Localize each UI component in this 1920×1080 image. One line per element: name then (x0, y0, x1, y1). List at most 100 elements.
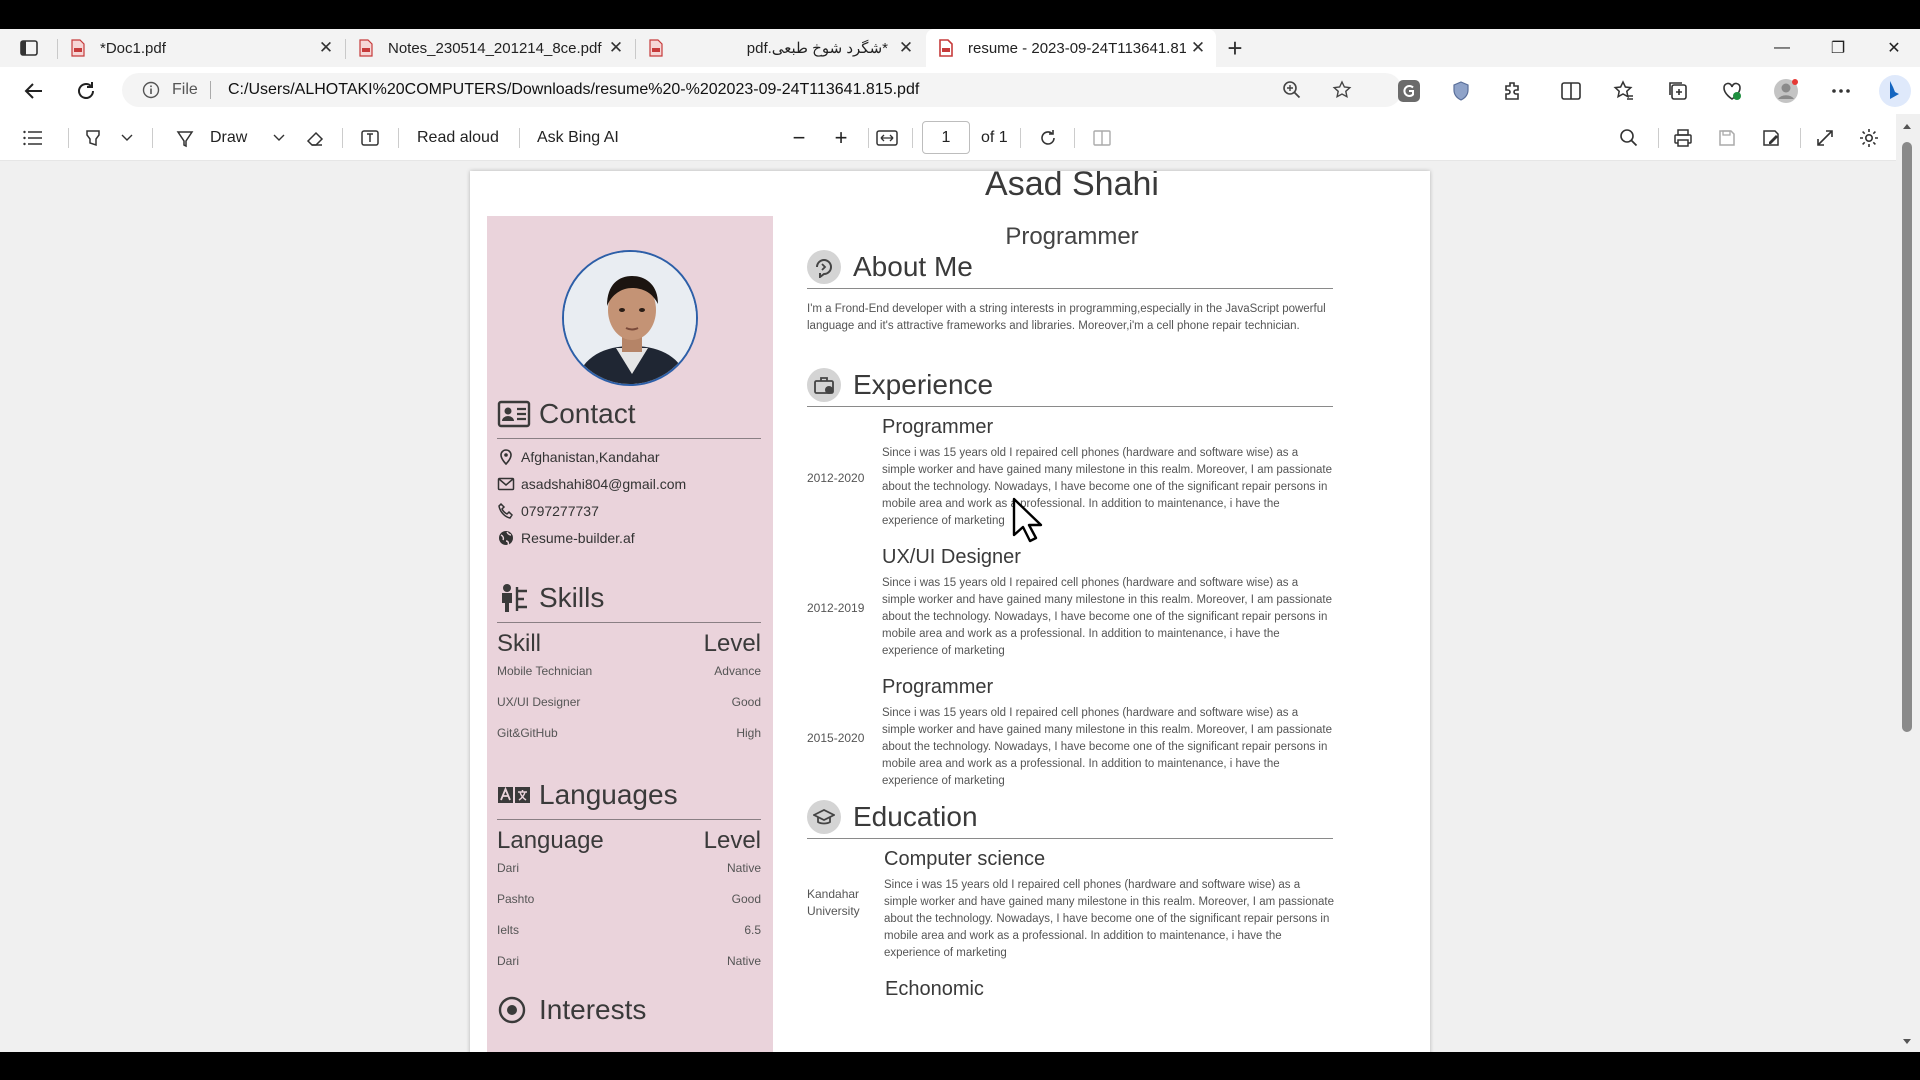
tab-close-icon[interactable]: ✕ (1186, 36, 1210, 60)
url-scheme-label: File (172, 81, 198, 98)
search-icon[interactable] (1616, 125, 1642, 151)
eraser-icon[interactable] (302, 125, 328, 151)
toolbar-separator (1020, 128, 1021, 148)
tab-close-icon[interactable]: ✕ (604, 36, 628, 60)
interests-heading-text: Interests (539, 994, 647, 1025)
skills-heading: Skills (497, 582, 604, 614)
page-number-input[interactable]: 1 (922, 121, 970, 154)
refresh-icon (78, 82, 94, 99)
language-column-label: Language (497, 827, 604, 854)
collections-icon[interactable] (1665, 78, 1691, 104)
pdf-viewer[interactable]: Contact Afghanistan,Kandahar asadshahi80… (0, 161, 1906, 1052)
new-tab-button[interactable]: + (1222, 33, 1248, 63)
about-divider (807, 288, 1333, 289)
contact-location: Afghanistan,Kandahar (497, 448, 660, 466)
language-name: Dari (497, 954, 520, 968)
skill-name: Git&GitHub (497, 726, 558, 740)
minimize-button[interactable]: — (1754, 29, 1810, 67)
page-view-icon[interactable] (1089, 125, 1115, 151)
tab-close-icon[interactable]: ✕ (894, 36, 918, 60)
vertical-scrollbar[interactable] (1896, 114, 1920, 1052)
briefcase-icon (807, 368, 841, 402)
skills-person-icon (502, 584, 527, 612)
language-name: Ielts (497, 923, 520, 937)
refresh-button[interactable] (72, 77, 100, 105)
skill-name: Mobile Technician (497, 664, 593, 678)
more-options-icon[interactable] (1828, 78, 1854, 104)
url-field[interactable]: File C:/Users/ALHOTAKI%20COMPUTERS/Downl… (122, 73, 1402, 107)
bottom-black-bar (0, 1052, 1920, 1080)
graduation-cap-icon (807, 800, 841, 834)
skill-name: UX/UI Designer (497, 695, 581, 709)
fit-width-icon[interactable] (874, 125, 900, 151)
pdf-file-icon (71, 39, 85, 57)
experience-heading-text: Experience (853, 369, 994, 400)
toolbar-separator (342, 128, 343, 148)
restore-button[interactable]: ❐ (1810, 29, 1866, 67)
contact-heading: Contact (497, 398, 636, 430)
education-title: Echonomic (885, 978, 984, 1000)
tab-notes[interactable]: Notes_230514_201214_8ce.pdf ✕ (346, 29, 634, 67)
draw-button[interactable]: Draw (210, 125, 247, 151)
scrollbar-thumb[interactable] (1902, 142, 1912, 732)
profile-avatar-icon[interactable] (1773, 78, 1799, 104)
zoom-out-button[interactable]: − (788, 125, 810, 151)
experience-description: Since i was 15 years old I repaired cell… (882, 577, 1332, 657)
resume-role: Programmer (1005, 223, 1139, 250)
tab-resume[interactable]: resume - 2023-09-24T113641.815.pdf ✕ (926, 29, 1216, 67)
fullscreen-icon[interactable] (1812, 125, 1838, 151)
language-level: Native (726, 954, 761, 968)
zoom-in-button[interactable]: + (830, 125, 852, 151)
bing-copilot-icon[interactable] (1877, 73, 1913, 109)
close-window-button[interactable]: ✕ (1866, 29, 1920, 67)
tab-persian-pdf[interactable]: pdf.شگرد شوخ طبعی* ✕ (636, 29, 924, 67)
url-text[interactable]: C:/Users/ALHOTAKI%20COMPUTERS/Downloads/… (228, 81, 919, 99)
experience-dates: 2015-2020 (807, 731, 865, 745)
extensions-icon[interactable] (1500, 78, 1526, 104)
email-text: asadshahi804@gmail.com (521, 476, 687, 492)
tab-actions-icon[interactable] (14, 37, 44, 59)
print-icon[interactable] (1670, 125, 1696, 151)
skill-level: Advance (714, 664, 761, 678)
rotate-icon[interactable] (1035, 125, 1061, 151)
shield-extension-icon[interactable] (1448, 78, 1474, 104)
ask-bing-ai-button[interactable]: Ask Bing AI (537, 125, 619, 151)
pdf-page: Contact Afghanistan,Kandahar asadshahi80… (470, 171, 1430, 1052)
save-as-icon[interactable] (1758, 125, 1784, 151)
back-button[interactable] (20, 77, 48, 105)
skill-level: Good (731, 695, 761, 709)
scroll-down-icon[interactable] (1902, 1038, 1912, 1046)
settings-gear-icon[interactable] (1856, 125, 1882, 151)
browser-essentials-icon[interactable] (1719, 78, 1745, 104)
toolbar-separator (868, 128, 869, 148)
tab-close-icon[interactable]: ✕ (314, 36, 338, 60)
highlight-dropdown-icon[interactable] (118, 125, 136, 151)
experience-title: Programmer (882, 676, 994, 698)
top-black-bar (0, 0, 1920, 29)
tab-label: Notes_230514_201214_8ce.pdf (388, 39, 602, 57)
languages-table-header: Language Level (497, 827, 761, 855)
scroll-up-icon[interactable] (1902, 122, 1912, 130)
favorites-icon[interactable] (1611, 78, 1637, 104)
draw-dropdown-icon[interactable] (270, 125, 288, 151)
toolbar-separator (519, 128, 520, 148)
text-box-icon[interactable] (357, 125, 383, 151)
zoom-icon[interactable] (1282, 80, 1302, 100)
draw-pen-icon[interactable] (172, 125, 198, 151)
location-text: Afghanistan,Kandahar (521, 449, 660, 465)
favorite-star-icon[interactable] (1332, 80, 1352, 100)
read-aloud-button[interactable]: Read aloud (417, 125, 499, 151)
info-icon[interactable] (142, 81, 160, 99)
language-translate-icon (498, 786, 530, 803)
experience-divider (807, 406, 1333, 407)
education-divider (807, 838, 1333, 839)
tab-doc1[interactable]: *Doc1.pdf ✕ (58, 29, 344, 67)
language-level: Native (726, 861, 761, 875)
grammarly-extension-icon[interactable] (1396, 78, 1422, 104)
split-screen-icon[interactable] (1558, 78, 1584, 104)
highlight-icon[interactable] (80, 125, 106, 151)
save-icon[interactable] (1714, 125, 1740, 151)
contact-card-icon (497, 400, 531, 428)
contents-list-icon[interactable] (20, 125, 46, 151)
toolbar-separator (398, 128, 399, 148)
